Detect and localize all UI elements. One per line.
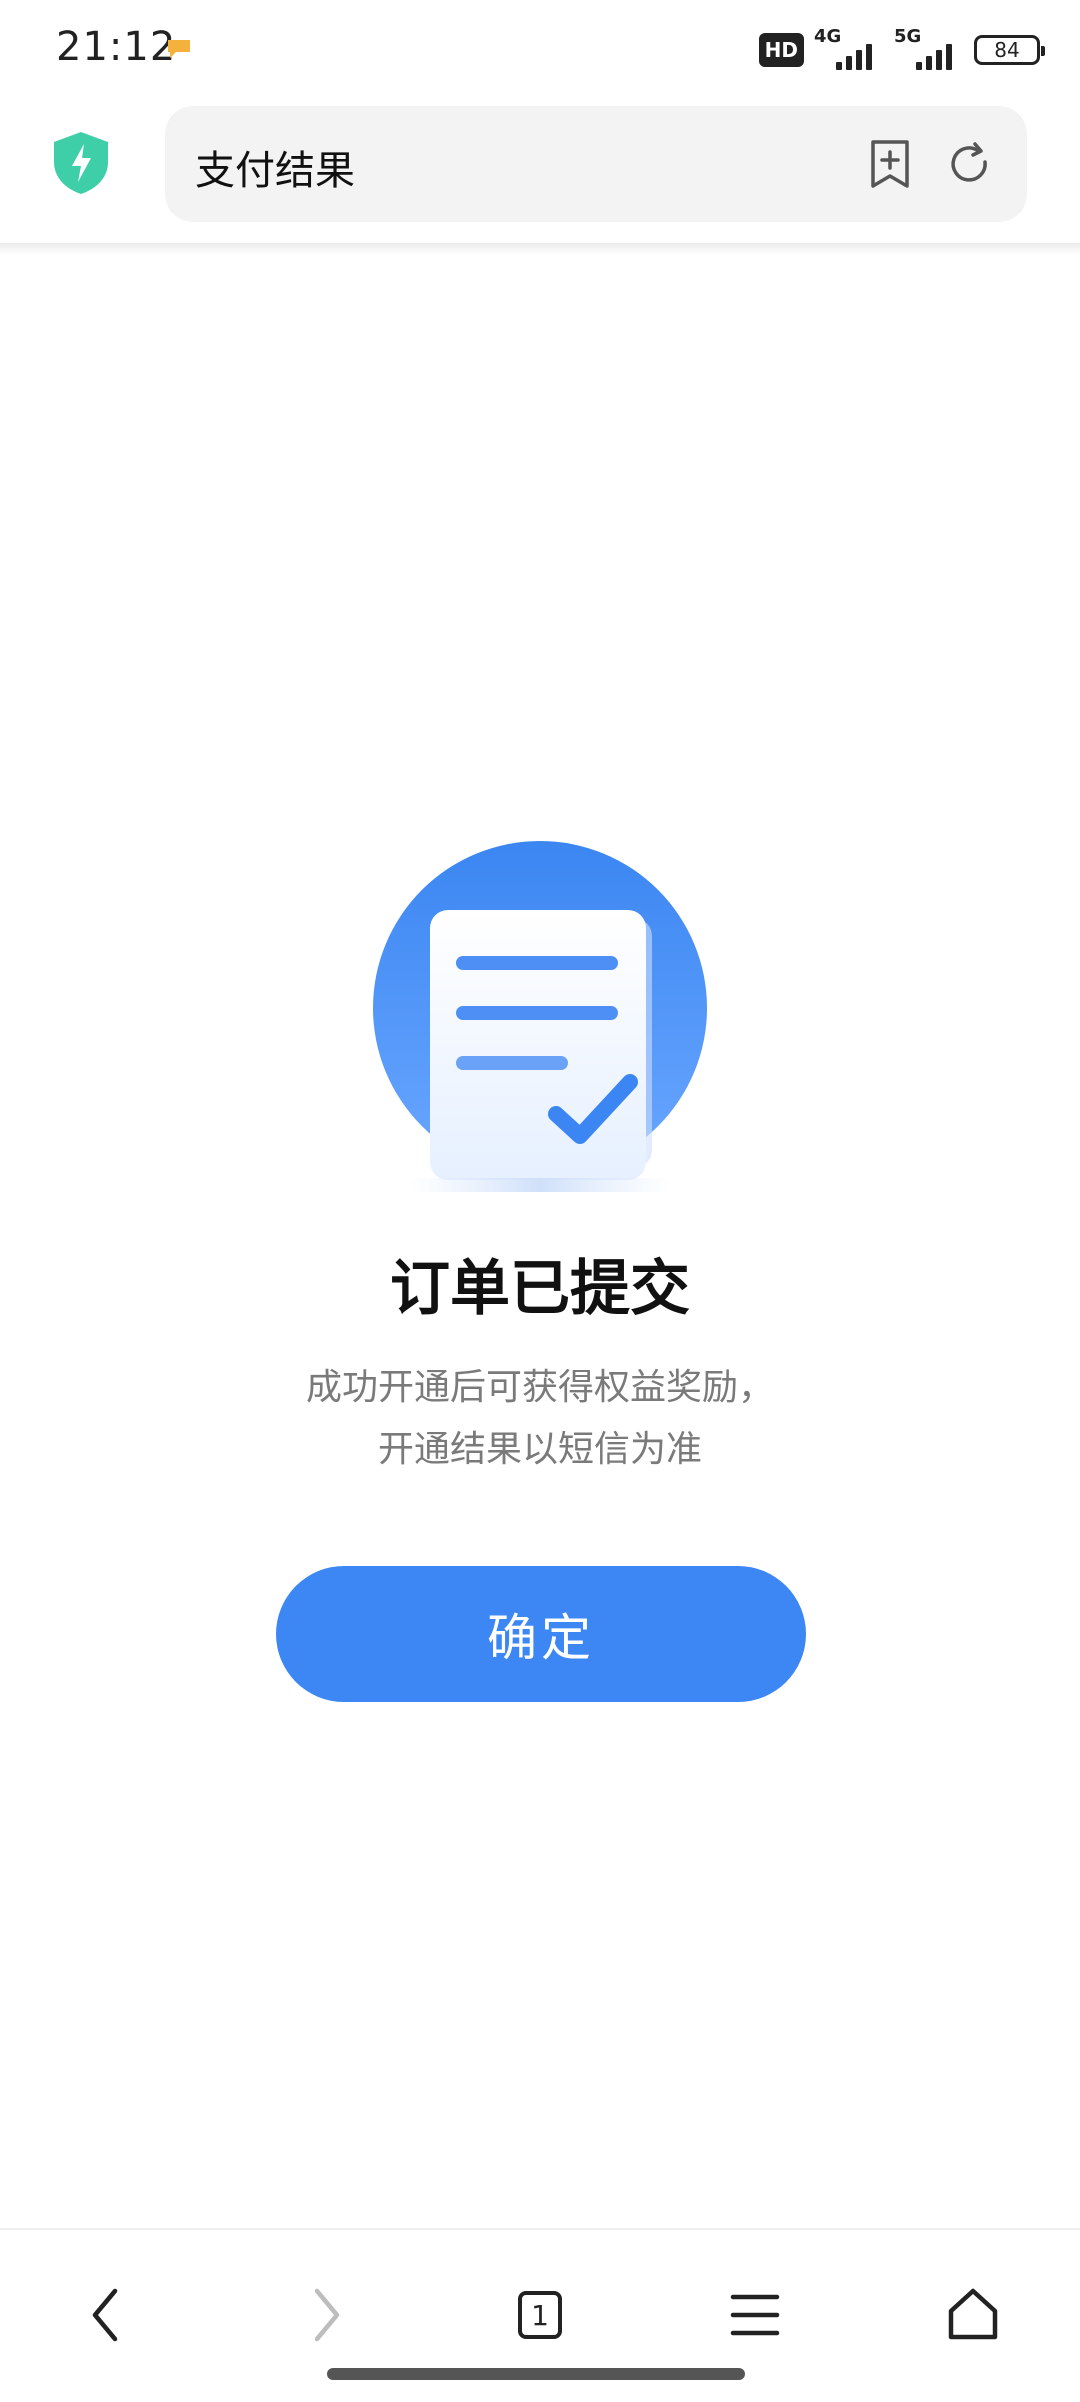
signal-bars-icon [836,44,872,70]
notification-icon [168,40,190,58]
menu-button[interactable] [700,2260,810,2370]
order-document-illustration [373,841,707,1192]
hd-badge: HD [758,33,804,67]
battery-icon: 84 [974,35,1045,65]
browser-toolbar: 支付结果 [0,100,1080,245]
result-description-line1: 成功开通后可获得权益奖励， [305,1367,774,1408]
tabs-button[interactable]: 1 [485,2260,595,2370]
home-button[interactable] [918,2260,1028,2370]
forward-button[interactable] [272,2260,382,2370]
address-bar[interactable]: 支付结果 [165,106,1027,222]
signal-4g: 4G [814,26,884,72]
status-time: 21:12 [56,24,177,70]
back-button[interactable] [50,2260,160,2370]
signal-bars-icon [916,44,952,70]
back-icon [92,2288,118,2342]
confirm-button[interactable]: 确定 [276,1566,806,1702]
status-bar: 21:12 HD 4G 5G 84 [0,0,1080,100]
tabs-icon: 1 [518,2291,562,2339]
status-indicators: HD 4G 5G 84 [758,26,1045,72]
menu-icon [730,2294,780,2336]
tab-count: 1 [531,2298,549,2332]
battery-level: 84 [994,38,1020,62]
reload-icon[interactable] [945,140,993,188]
result-title: 订单已提交 [390,1254,690,1324]
shield-bolt-icon[interactable] [50,130,112,196]
home-indicator[interactable] [327,2368,745,2380]
toolbar-divider [0,243,1080,255]
signal-5g: 5G [894,26,964,72]
bookmark-add-icon[interactable] [865,138,915,190]
page-title: 支付结果 [195,148,355,194]
home-icon [948,2288,998,2340]
forward-icon [314,2288,340,2342]
result-description-line2: 开通结果以短信为准 [377,1429,702,1470]
